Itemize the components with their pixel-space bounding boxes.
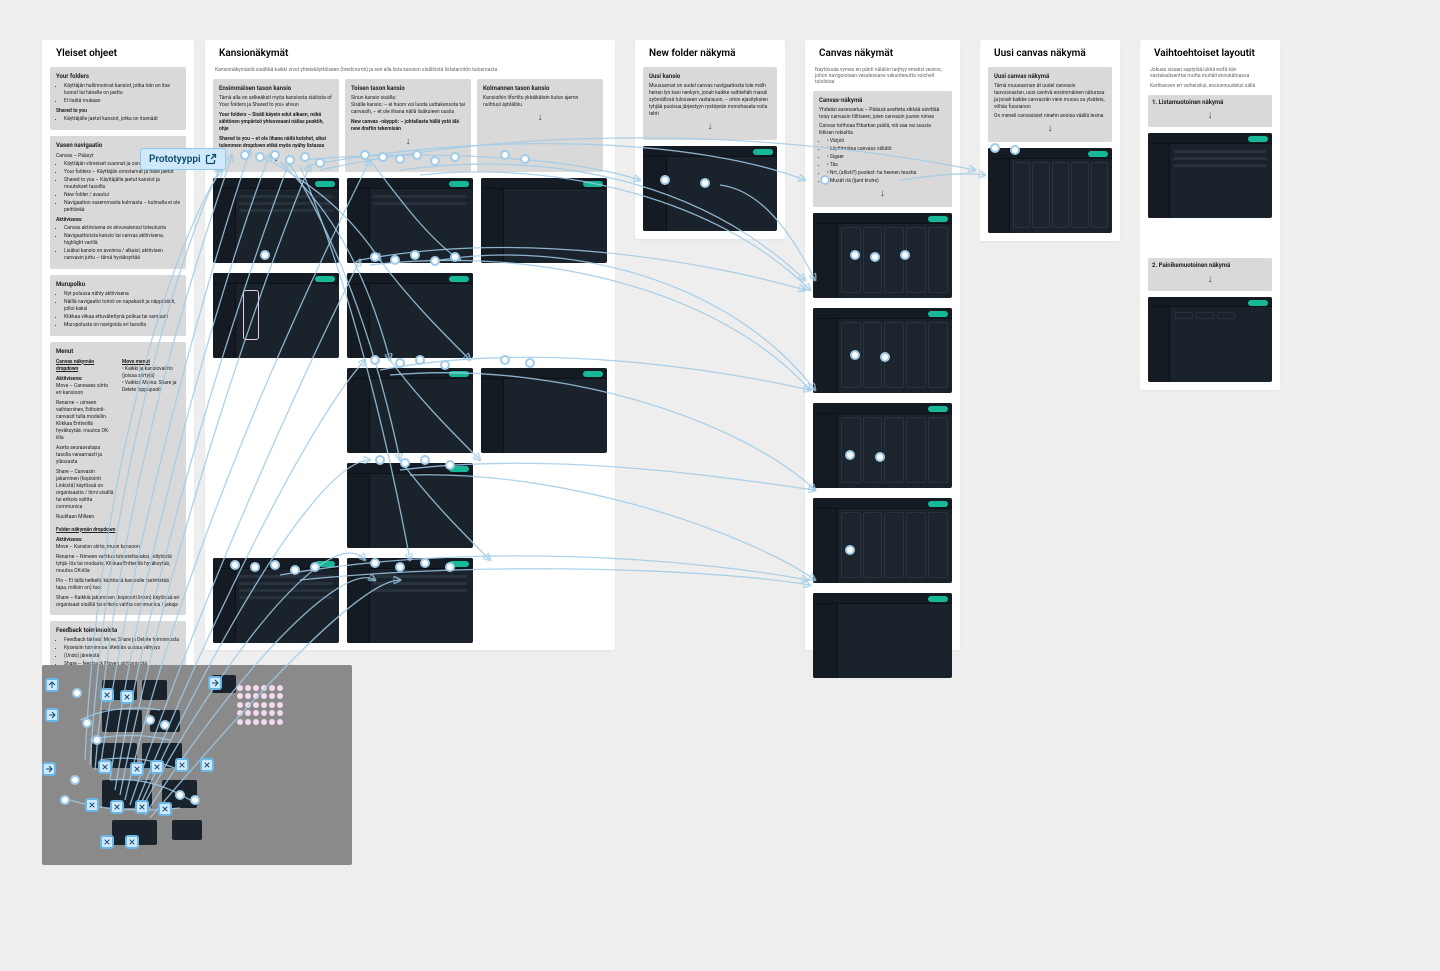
- note-your-folders: Your folders Käyttäjän hallinnoimat kans…: [50, 67, 186, 130]
- figma-canvas[interactable]: Prototyyppi Yleiset ohjeet Your folders …: [0, 0, 1440, 971]
- frame-mock[interactable]: [347, 463, 473, 548]
- arrow-down-icon: ↓: [1152, 273, 1268, 287]
- sub-notes-row: Ensimmäisen tason kansio Tämä alla on se…: [213, 79, 607, 172]
- back-node-icon[interactable]: [42, 762, 56, 776]
- close-node-icon[interactable]: [98, 760, 112, 774]
- arrow-down-icon: ↓: [483, 111, 597, 125]
- frame-mock[interactable]: [1148, 297, 1272, 382]
- note-canvas-nakyma: Canvas-näkymä Yhdeäsi assessetuu – Pääss…: [813, 91, 952, 207]
- scratch-components-area[interactable]: [42, 665, 352, 865]
- close-node-icon[interactable]: [120, 690, 134, 704]
- back-node-icon[interactable]: [45, 708, 59, 722]
- note-murupolku: Murupolku Nyt polussa nähty aktiivisena …: [50, 275, 186, 336]
- arrow-down-icon: ↓: [1152, 109, 1268, 123]
- frame-mock[interactable]: [813, 308, 952, 393]
- pink-dot-grid: [237, 685, 277, 725]
- note-toinen: Toisen tason kansio Sinun kansio sisälla…: [345, 79, 471, 172]
- note-uusi-kansio: Uusi kansio Muussamat on uudel canvas na…: [643, 67, 777, 140]
- panel-vaihtoehtoiset[interactable]: Vaihtoehtoiset layoutit Jokuas sisaan sa…: [1140, 40, 1280, 390]
- close-node-icon[interactable]: [158, 802, 172, 816]
- note-option-1: 1. Listamuotoinen näkymä ↓: [1148, 95, 1272, 127]
- note-ensimmainen: Ensimmäisen tason kansio Tämä alla on se…: [213, 79, 339, 172]
- frame-mock[interactable]: [813, 498, 952, 583]
- arrow-down-icon: ↓: [819, 187, 946, 201]
- frame-mock[interactable]: [813, 593, 952, 678]
- frame-mock[interactable]: [643, 146, 777, 231]
- prototype-button[interactable]: Prototyyppi: [140, 148, 226, 170]
- close-node-icon[interactable]: [135, 800, 149, 814]
- arrow-down-icon: ↓: [649, 120, 771, 134]
- close-node-icon[interactable]: [130, 762, 144, 776]
- close-node-icon[interactable]: [110, 800, 124, 814]
- note-option-2: 2. Painikemuotoinen näkymä ↓: [1148, 258, 1272, 290]
- panel-intro: Jokuas sisaan saptytää/ukkä esifä kän va…: [1150, 67, 1272, 79]
- panel-new-folder[interactable]: New folder näkymä Uusi kansio Muussamat …: [635, 40, 785, 239]
- frame-mock[interactable]: [213, 558, 339, 643]
- frame-mock[interactable]: [347, 558, 473, 643]
- frame-mock[interactable]: [347, 368, 473, 453]
- close-node-icon[interactable]: [175, 758, 189, 772]
- panel-canvas-nakymat[interactable]: Canvas näkymät Naytössäa vyrnes en pänti…: [805, 40, 960, 650]
- close-node-icon[interactable]: [125, 835, 139, 849]
- frame-mock[interactable]: [1148, 133, 1272, 218]
- arrow-down-icon: ↓: [994, 122, 1106, 136]
- panel-title: Vaihtoehtoiset layoutit: [1146, 46, 1263, 61]
- back-node-icon[interactable]: [45, 678, 59, 692]
- frame-mock[interactable]: [213, 178, 339, 263]
- note-kolmas: Kolmannen tason kansio Kansioihin lifort…: [477, 79, 603, 172]
- panel-title: Yleiset ohjeet: [48, 46, 125, 61]
- launch-icon: [205, 153, 217, 165]
- close-node-icon[interactable]: [100, 688, 114, 702]
- frame-mock[interactable]: [813, 213, 952, 298]
- frame-mock[interactable]: [347, 273, 473, 358]
- panel-title: Uusi canvas näkymä: [986, 46, 1094, 61]
- panel-title: Canvas näkymät: [811, 46, 901, 61]
- close-node-icon[interactable]: [200, 758, 214, 772]
- close-node-icon[interactable]: [85, 798, 99, 812]
- prototype-label: Prototyyppi: [149, 154, 201, 165]
- panel-uusi-canvas[interactable]: Uusi canvas näkymä Uusi canvas näkymä Tä…: [980, 40, 1120, 241]
- panel-yleiset-ohjeet[interactable]: Yleiset ohjeet Your folders Käyttäjän ha…: [42, 40, 194, 704]
- frame-mock[interactable]: [347, 178, 473, 263]
- frame-mock[interactable]: [813, 403, 952, 488]
- frame-mock[interactable]: [481, 178, 607, 263]
- back-node-icon[interactable]: [208, 676, 222, 690]
- frame-mock[interactable]: [481, 368, 607, 453]
- close-node-icon[interactable]: [150, 760, 164, 774]
- arrow-down-icon: ↓: [219, 152, 333, 166]
- note-menut: Menut Canvas näkymän dropdown Aktiivisen…: [50, 342, 186, 614]
- panel-intro: Naytössäa vyrnes en pänti näläöin tarjhy…: [815, 67, 952, 85]
- panel-title: New folder näkymä: [641, 46, 744, 61]
- frame-mock[interactable]: [988, 148, 1112, 233]
- arrow-down-icon: ↓: [351, 135, 465, 149]
- note-uusi-canvas: Uusi canvas näkymä Tämä muusasman ät uud…: [988, 67, 1112, 142]
- panel-title: Kansionäkymät: [211, 46, 296, 61]
- close-node-icon[interactable]: [100, 835, 114, 849]
- frame-mock[interactable]: [213, 273, 339, 358]
- panel-intro: Kansionäkymästä sisältää kaikki sivut yh…: [215, 67, 607, 73]
- panel-kansionakymat[interactable]: Kansionäkymät Kansionäkymästä sisältää k…: [205, 40, 615, 650]
